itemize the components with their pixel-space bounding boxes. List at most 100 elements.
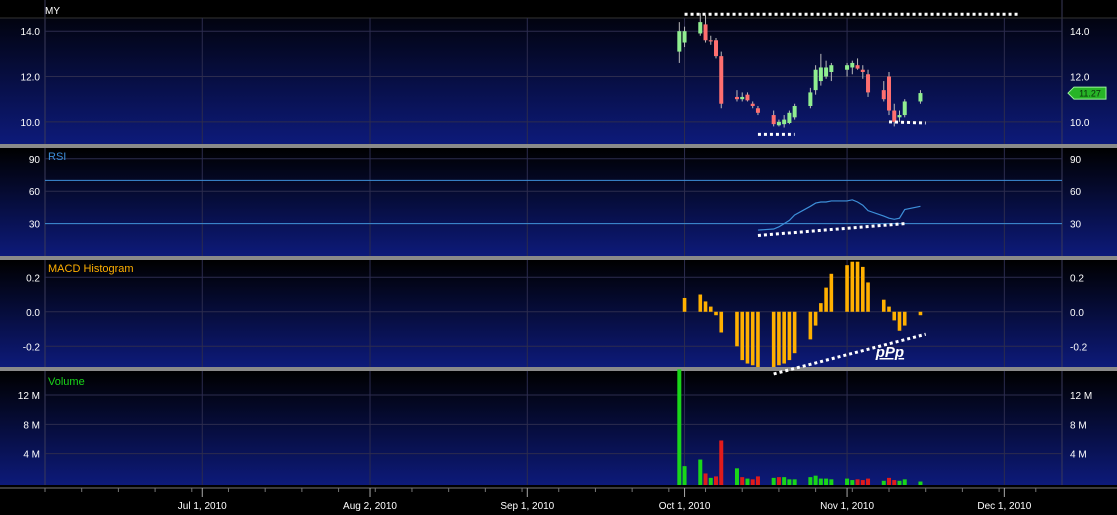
volume-title: Volume [48, 376, 85, 388]
volume-bar-6 [719, 440, 724, 485]
candle-body-20 [824, 67, 829, 77]
y-tick-right-1-0: 90 [1070, 155, 1082, 166]
candle-body-22 [845, 65, 850, 70]
candle-body-4 [708, 40, 713, 42]
y-tick-left-2-0: 0.2 [26, 273, 40, 284]
volume-bar-21 [829, 479, 834, 485]
macd-bar-27 [887, 306, 891, 312]
y-tick-right-3-2: 4 M [1070, 450, 1087, 461]
y-tick-left-2-1: 0.0 [26, 308, 40, 319]
candle-body-28 [887, 76, 892, 111]
candle-body-26 [866, 74, 871, 93]
y-tick-left-0-2: 10.0 [21, 118, 41, 129]
panel-background-4 [0, 371, 1117, 485]
macd-bar-17 [813, 311, 818, 326]
volume-bar-31 [902, 479, 907, 485]
y-tick-right-2-2: -0.2 [1070, 342, 1088, 353]
candle-body-19 [818, 67, 823, 82]
macd-bar-29 [897, 311, 902, 331]
candle-body-5 [714, 40, 719, 57]
volume-bar-10 [750, 479, 755, 485]
candle-body-6 [719, 56, 724, 104]
macd-bar-23 [855, 261, 860, 312]
macd-title: MACD Histogram [48, 263, 134, 275]
candle-body-18 [813, 69, 818, 91]
rsi-title: RSI [48, 151, 66, 163]
candle-body-24 [855, 65, 860, 69]
macd-bar-10 [756, 311, 760, 367]
volume-bar-22 [845, 478, 850, 485]
candle-body-15 [787, 112, 792, 123]
panel-background-1 [0, 0, 1117, 144]
volume-bar-15 [787, 479, 792, 485]
macd-bar-0 [682, 297, 687, 312]
x-tick-label-2: Sep 1, 2010 [500, 501, 554, 512]
y-tick-right-0-0: 14.0 [1070, 27, 1090, 38]
volume-bar-7 [734, 468, 739, 485]
y-tick-left-0-0: 14.0 [21, 27, 41, 38]
volume-bar-16 [792, 479, 797, 485]
y-tick-left-1-2: 30 [29, 220, 41, 231]
volume-bar-25 [860, 480, 865, 485]
volume-bar-26 [866, 478, 871, 485]
candle-body-14 [782, 119, 787, 125]
candle-body-25 [860, 69, 865, 72]
y-tick-right-2-1: 0.0 [1070, 308, 1084, 319]
candle-body-9 [745, 94, 750, 101]
volume-bar-18 [813, 475, 818, 485]
macd-bar-12 [777, 311, 781, 366]
volume-bar-27 [881, 480, 886, 485]
candle-body-17 [808, 92, 813, 106]
candle-body-31 [902, 101, 907, 116]
candle-body-7 [734, 96, 739, 100]
macd-bar-19 [824, 287, 828, 312]
panel-separator-2 [0, 256, 1117, 260]
x-tick-label-1: Aug 2, 2010 [343, 501, 397, 512]
volume-bar-11 [755, 476, 760, 485]
volume-bar-32 [918, 481, 923, 485]
x-tick-label-4: Nov 1, 2010 [820, 501, 874, 512]
macd-bar-13 [782, 311, 786, 364]
volume-bar-5 [714, 476, 719, 485]
macd-bar-7 [740, 311, 745, 361]
panel-separator-1 [0, 144, 1117, 148]
macd-bar-2 [703, 301, 708, 312]
volume-bar-30 [897, 480, 902, 485]
volume-bar-8 [740, 477, 745, 485]
y-tick-left-3-2: 4 M [23, 450, 40, 461]
volume-bar-1 [682, 466, 687, 485]
macd-bar-21 [845, 265, 849, 312]
y-tick-left-1-0: 90 [29, 155, 41, 166]
candle-body-30 [897, 115, 902, 118]
volume-bar-9 [745, 478, 750, 485]
candle-body-1 [682, 31, 687, 43]
volume-bar-23 [850, 480, 855, 485]
candle-body-13 [776, 121, 781, 126]
macd-bar-30 [902, 311, 907, 326]
volume-bar-24 [855, 479, 860, 485]
candle-body-12 [771, 115, 776, 125]
macd-bar-1 [698, 294, 703, 312]
candle-body-16 [792, 106, 797, 118]
macd-bar-26 [881, 299, 886, 312]
volume-bar-29 [892, 480, 897, 485]
volume-bar-0 [677, 369, 682, 485]
panel-background-3 [0, 260, 1117, 367]
macd-bar-9 [750, 311, 755, 366]
macd-bar-6 [735, 311, 739, 347]
last-price-label: 11.27 [1079, 89, 1101, 99]
volume-bar-4 [708, 477, 713, 485]
macd-bar-28 [892, 311, 897, 321]
volume-bar-28 [887, 477, 892, 485]
candle-body-10 [750, 103, 755, 106]
y-tick-left-1-1: 60 [29, 187, 41, 198]
macd-bar-5 [719, 311, 724, 333]
candle-body-21 [829, 65, 834, 72]
candle-body-32 [918, 93, 923, 102]
chart-window: MY 14.0 14.0 12.0 12.0 10.0 10.0 90 90 60 60 30 30 0.… [0, 0, 1117, 515]
macd-bar-25 [866, 282, 870, 312]
volume-bar-3 [703, 473, 708, 485]
candle-body-8 [740, 96, 745, 100]
candle-body-29 [892, 110, 897, 122]
macd-bar-20 [829, 273, 834, 312]
